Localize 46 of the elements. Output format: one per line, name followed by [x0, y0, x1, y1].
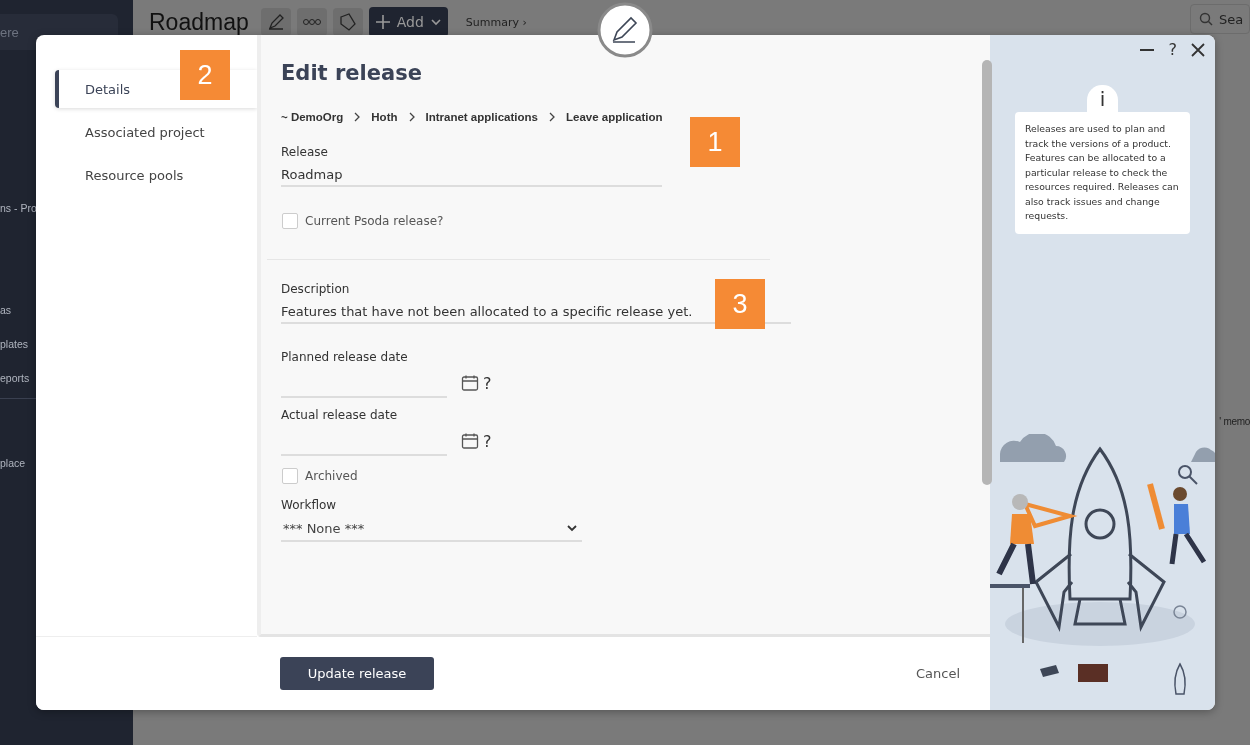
info-text: Releases are used to plan and track the versions of a product. Features can be allocated to a particular release to check the resources required. Releases can also track issues and change requests. — [1015, 112, 1190, 234]
help-link[interactable]: ? — [483, 431, 492, 451]
input-field[interactable]: Roadmap — [281, 163, 662, 187]
breadcrumb-link[interactable]: ~ DemoOrg — [281, 111, 344, 123]
select-field[interactable]: *** None *** — [281, 516, 582, 542]
cancel-link[interactable]: Cancel — [915, 666, 960, 681]
breadcrumb-link[interactable]: Hoth — [371, 111, 398, 123]
calendar-icon[interactable] — [461, 432, 479, 450]
plus-icon — [374, 14, 391, 30]
text-fragment: ' memo — [1219, 416, 1250, 427]
update-button[interactable]: Update release — [280, 657, 434, 690]
search-icon — [1199, 12, 1213, 26]
calendar-icon[interactable] — [461, 374, 479, 392]
breadcrumb-link[interactable]: Intranet applications — [425, 111, 538, 123]
checkbox[interactable] — [282, 213, 298, 229]
nav-tab[interactable]: Associated project — [55, 113, 257, 151]
chevron-icon — [547, 112, 556, 122]
nav-tab[interactable]: Resource pools — [55, 156, 257, 194]
more-icon[interactable] — [296, 8, 327, 36]
field-label: Planned release date — [281, 350, 409, 364]
chevron-down-icon — [566, 524, 578, 532]
step-number: 3 — [715, 279, 765, 329]
caret-icon — [429, 18, 442, 26]
step-number: 2 — [180, 50, 230, 100]
breadcrumb-link[interactable]: Leave application — [565, 111, 663, 123]
help-link[interactable]: ? — [483, 373, 492, 393]
field-label: Workflow — [281, 498, 338, 512]
summary-link[interactable]: Summary › — [465, 15, 527, 29]
add-button[interactable]: Add — [368, 7, 448, 37]
field-label: Description — [281, 282, 351, 296]
field-label: Actual release date — [281, 408, 399, 422]
field-label: Release — [281, 145, 329, 159]
chevron-icon — [407, 112, 416, 122]
tag-icon[interactable] — [332, 8, 363, 36]
info-icon: i — [1087, 85, 1118, 113]
close-icon[interactable] — [1191, 42, 1205, 57]
search-field[interactable]: Sea — [1190, 4, 1250, 34]
chevron-icon — [353, 112, 362, 122]
checkbox-label: Archived — [305, 469, 358, 483]
help-button[interactable]: ? — [1168, 40, 1177, 59]
pencil-icon[interactable] — [260, 8, 291, 36]
step-number: 1 — [690, 117, 740, 167]
dialog-title: Edit release — [281, 61, 423, 85]
page-title: Roadmap — [149, 8, 249, 36]
checkbox[interactable] — [282, 468, 298, 484]
checkbox-label: Current Psoda release? — [305, 214, 444, 228]
